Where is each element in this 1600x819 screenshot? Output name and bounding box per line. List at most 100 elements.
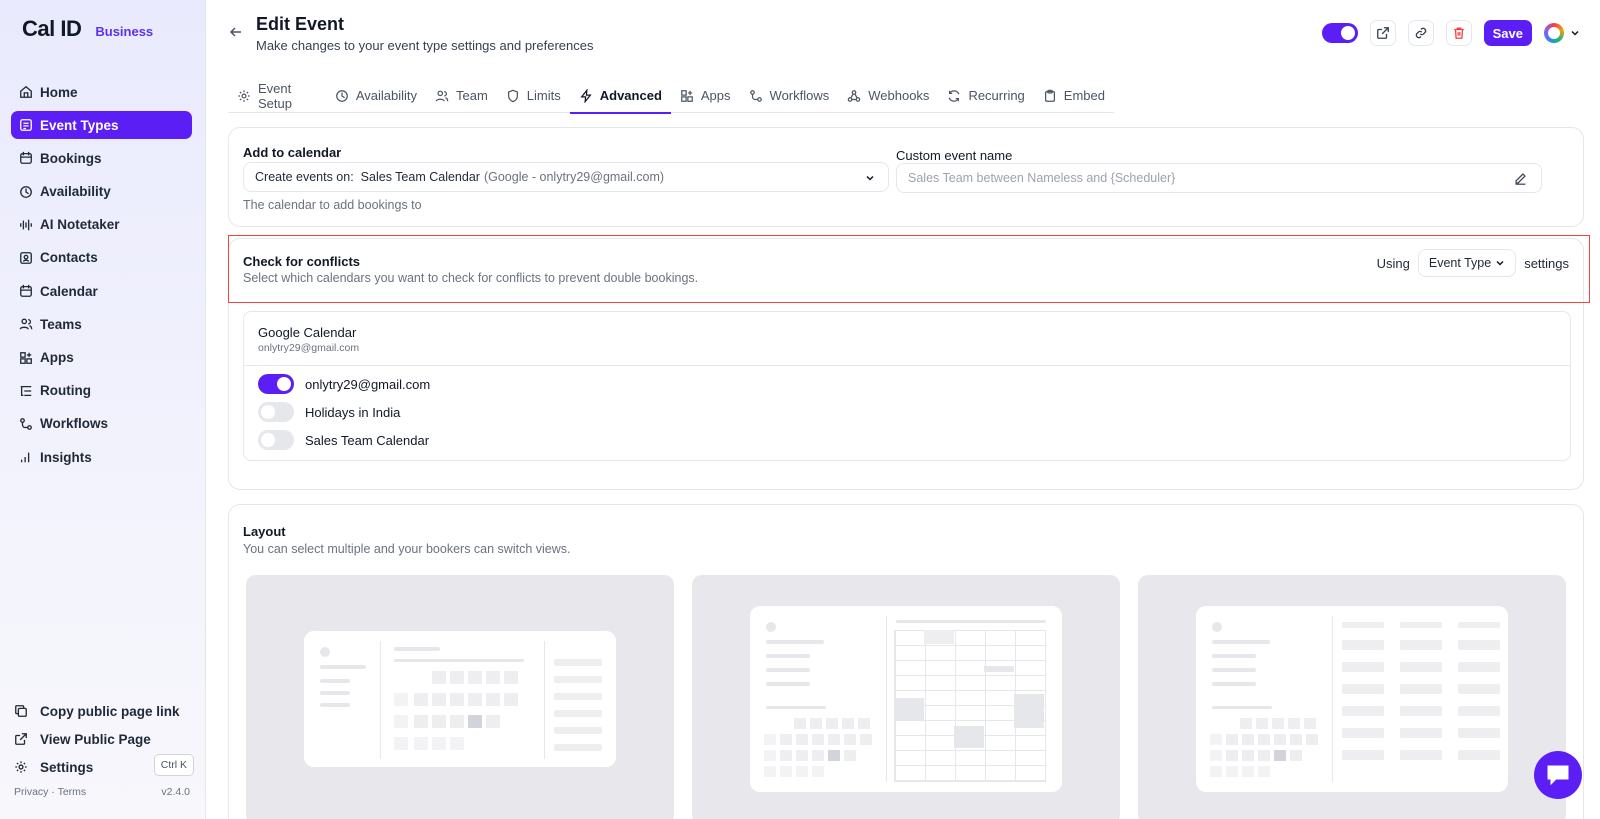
copy-public-link-button[interactable]: Copy public page link: [14, 700, 194, 722]
tab-advanced[interactable]: Advanced: [569, 78, 672, 114]
delete-button[interactable]: [1445, 20, 1472, 46]
sidebar-item-teams[interactable]: Teams: [11, 310, 192, 338]
tab-label: Webhooks: [868, 88, 930, 103]
sidebar-footer: Copy public page link View Public Page S…: [14, 700, 194, 784]
workflow-icon: [749, 89, 763, 103]
tab-label: Limits: [526, 88, 561, 103]
copy-link-button[interactable]: [1407, 20, 1434, 46]
view-public-page-button[interactable]: View Public Page: [14, 728, 194, 750]
brand-plan: Business: [95, 24, 154, 39]
brand: Cal ID Business: [22, 16, 153, 42]
tab-event-setup[interactable]: Event Setup: [228, 78, 326, 113]
clock-icon: [335, 89, 349, 103]
provider-name: Google Calendar: [258, 325, 357, 340]
list-tree-icon: [19, 384, 33, 398]
sidebar-item-label: Home: [40, 84, 78, 100]
layout-option-week[interactable]: [692, 575, 1120, 819]
tab-webhooks[interactable]: Webhooks: [838, 78, 938, 113]
sidebar-item-label: Workflows: [40, 416, 109, 432]
calendar-toggle[interactable]: [258, 374, 294, 394]
calendar-select[interactable]: Create events on: Sales Team Calendar (G…: [243, 162, 889, 192]
save-button[interactable]: Save: [1483, 20, 1532, 46]
tab-limits[interactable]: Limits: [497, 78, 570, 113]
sidebar-item-availability[interactable]: Availability: [11, 178, 192, 206]
sidebar-item-bookings[interactable]: Bookings: [11, 144, 192, 172]
sidebar-item-home[interactable]: Home: [11, 78, 192, 106]
calendar-name: Sales Team Calendar: [305, 432, 430, 448]
refresh-icon: [947, 89, 961, 103]
trash-icon: [1453, 27, 1464, 39]
calendar-select-value: Sales Team Calendar: [360, 170, 480, 184]
event-enabled-toggle[interactable]: [1321, 23, 1358, 43]
sidebar-item-calendar[interactable]: Calendar: [11, 277, 192, 305]
custom-event-name-input[interactable]: Sales Team between Nameless and {Schedul…: [896, 163, 1542, 193]
tab-apps[interactable]: Apps: [671, 78, 740, 113]
privacy-terms-link[interactable]: Privacy · Terms: [14, 786, 86, 798]
sidebar-item-apps[interactable]: Apps: [11, 344, 192, 372]
tab-label: Team: [456, 88, 488, 103]
layout-description: You can select multiple and your bookers…: [243, 542, 571, 556]
tab-label: Embed: [1063, 88, 1105, 103]
user-menu[interactable]: [1544, 23, 1580, 43]
brand-logo[interactable]: Cal ID: [22, 16, 82, 42]
event-tabs: Event Setup Availability Team Limits Adv…: [228, 78, 1114, 114]
tab-workflows[interactable]: Workflows: [740, 78, 839, 113]
tab-label: Recurring: [968, 88, 1025, 103]
calendar-toggle-row: onlytry29@gmail.com: [258, 374, 430, 394]
event-types-icon: [19, 118, 33, 132]
month-view-preview: [304, 631, 616, 767]
calendar-toggle[interactable]: [258, 402, 294, 422]
sidebar-item-label: Teams: [40, 316, 82, 332]
tab-embed[interactable]: Embed: [1034, 78, 1114, 113]
version-label: v2.4.0: [161, 786, 190, 798]
legal-row: Privacy · Terms v2.4.0: [14, 786, 190, 798]
tab-label: Workflows: [769, 88, 830, 103]
grid-plus-icon: [680, 89, 694, 103]
tab-availability[interactable]: Availability: [326, 78, 426, 113]
tab-recurring[interactable]: Recurring: [938, 78, 1033, 113]
layout-option-month[interactable]: [246, 575, 674, 819]
sidebar-item-label: Insights: [40, 449, 92, 465]
sidebar-item-insights[interactable]: Insights: [11, 443, 192, 471]
contact-card-icon: [19, 251, 33, 265]
calendar-select-prefix: Create events on:: [255, 170, 354, 184]
sidebar-nav: Home Event Types Bookings Availability A…: [11, 78, 192, 476]
calendar-toggle-row: Sales Team Calendar: [258, 430, 429, 450]
chat-support-button[interactable]: [1534, 751, 1582, 799]
calendar-toggle[interactable]: [258, 430, 294, 450]
copy-icon: [14, 704, 28, 718]
settings-button[interactable]: Settings Ctrl K: [14, 754, 194, 778]
grid-plus-icon: [19, 351, 33, 365]
page-title: Edit Event: [256, 14, 345, 34]
layout-option-column[interactable]: [1138, 575, 1566, 819]
waveform-icon: [19, 218, 33, 232]
sidebar-item-workflows[interactable]: Workflows: [11, 410, 192, 438]
avatar: [1544, 23, 1564, 43]
tab-label: Availability: [355, 88, 417, 103]
sidebar-item-label: Routing: [40, 383, 91, 399]
home-icon: [19, 85, 33, 99]
divider: [244, 365, 1570, 366]
sidebar-item-ai-notetaker[interactable]: AI Notetaker: [11, 211, 192, 239]
back-arrow-icon[interactable]: [228, 24, 244, 40]
copy-public-link-label: Copy public page link: [40, 703, 180, 719]
link-icon: [1415, 27, 1426, 39]
custom-event-name-placeholder: Sales Team between Nameless and {Schedul…: [908, 171, 1176, 185]
sidebar-item-contacts[interactable]: Contacts: [11, 244, 192, 272]
gear-icon: [14, 760, 28, 774]
workflow-icon: [19, 417, 33, 431]
calendar-name: Holidays in India: [305, 404, 401, 420]
calendar-name: onlytry29@gmail.com: [305, 376, 431, 392]
tab-team[interactable]: Team: [426, 78, 497, 113]
settings-label: Settings: [40, 759, 94, 775]
pencil-icon[interactable]: [1514, 172, 1527, 185]
sidebar-item-routing[interactable]: Routing: [11, 377, 192, 405]
tab-label: Apps: [700, 88, 731, 103]
chevron-down-icon: [866, 175, 874, 181]
add-to-calendar-help: The calendar to add bookings to: [243, 198, 422, 212]
week-view-preview: [750, 606, 1062, 792]
gear-icon: [237, 89, 251, 103]
sidebar-item-event-types[interactable]: Event Types: [11, 111, 192, 140]
preview-button[interactable]: [1369, 20, 1396, 46]
bar-chart-icon: [19, 450, 33, 464]
